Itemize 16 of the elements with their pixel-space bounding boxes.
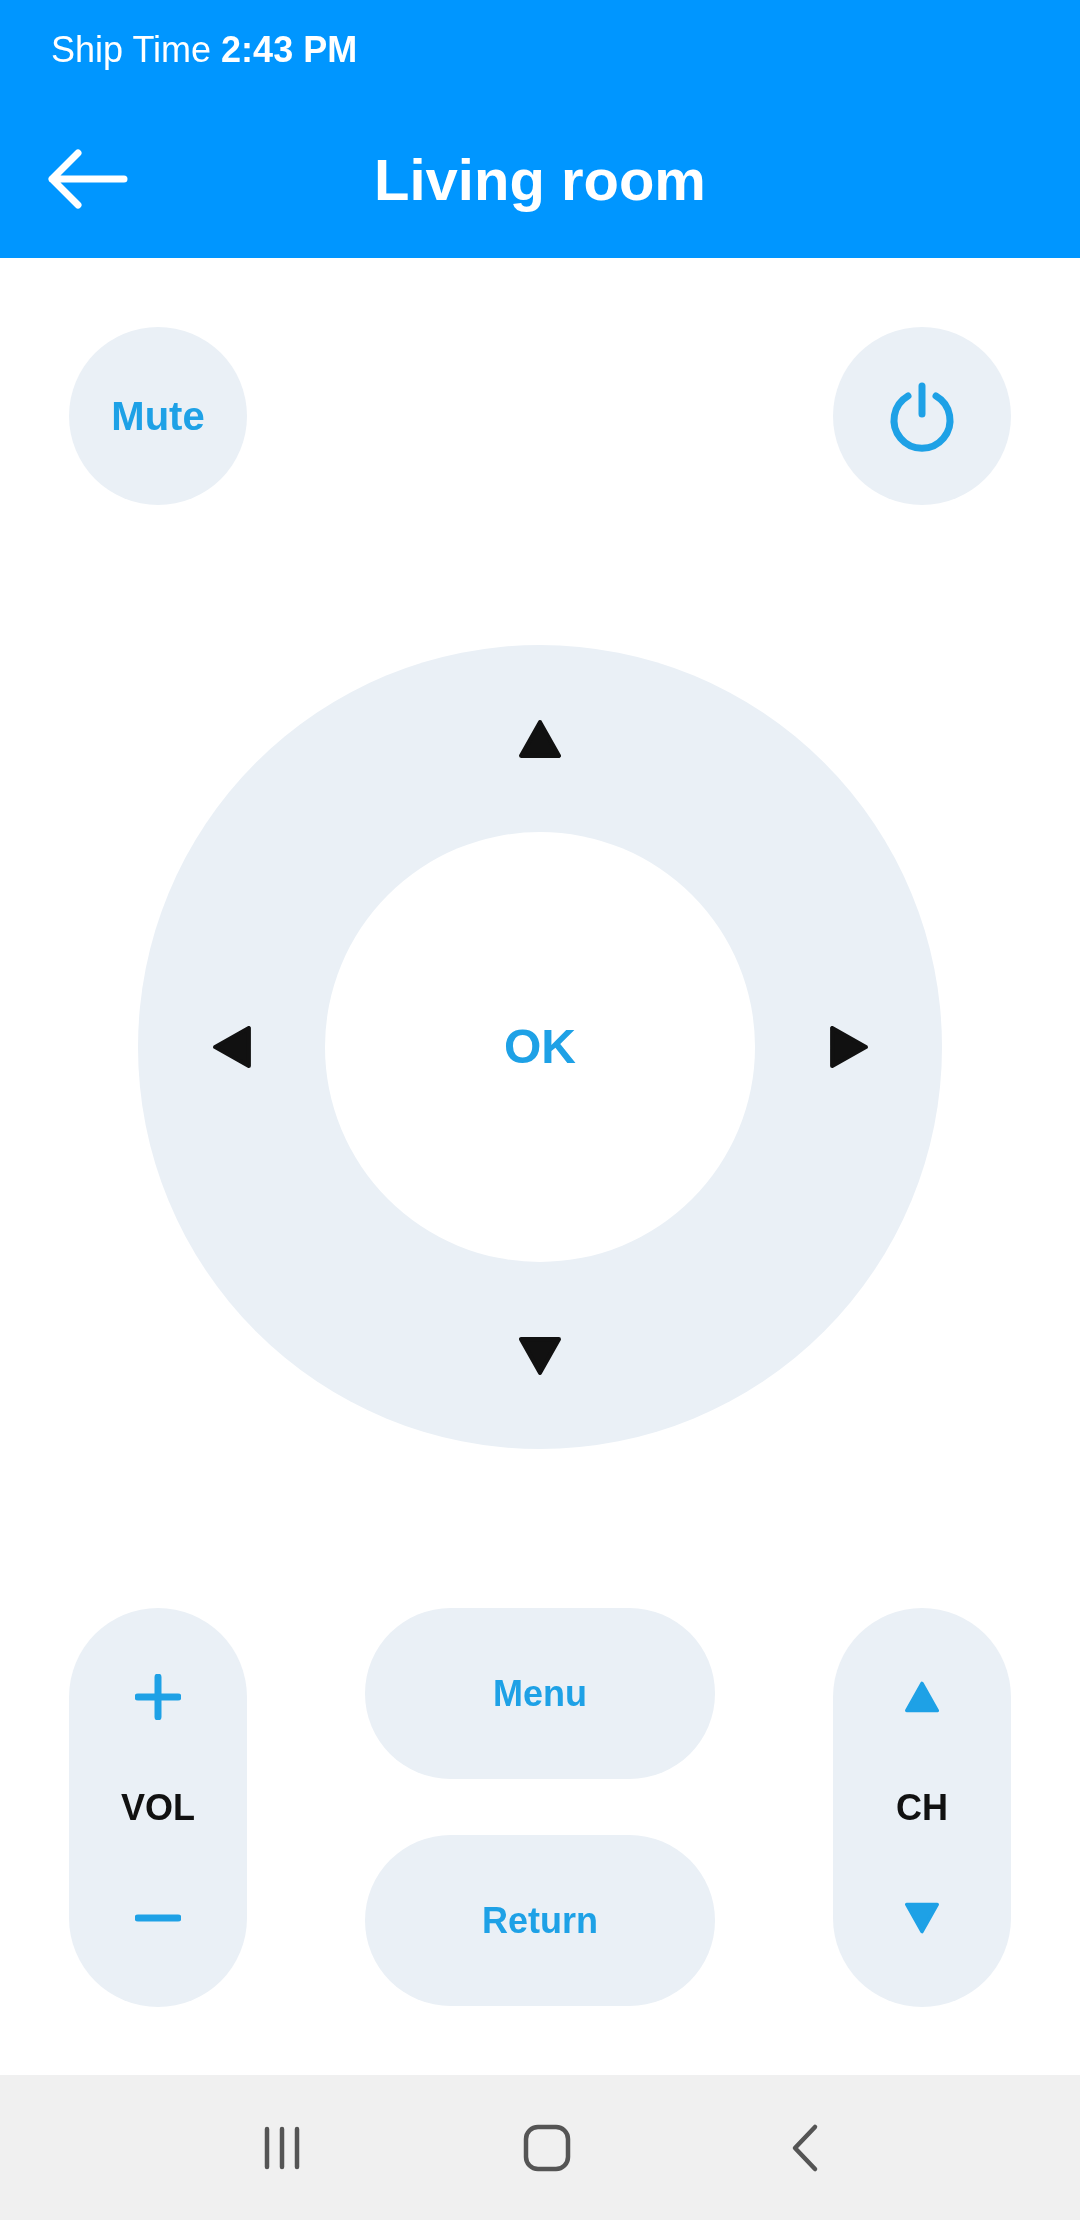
volume-label: VOL [121,1785,195,1830]
status-time: Ship Time 2:43 PM [51,28,358,72]
ok-button[interactable]: OK [325,832,755,1262]
back-arrow-icon[interactable] [46,149,128,209]
down-arrow-icon[interactable] [519,1334,561,1377]
mute-button[interactable]: Mute [69,327,247,505]
up-arrow-icon[interactable] [519,717,561,760]
left-arrow-icon[interactable] [210,1026,253,1068]
menu-button[interactable]: Menu [365,1608,715,1779]
home-icon[interactable] [522,2122,572,2173]
screen-title: Living room [374,145,706,214]
right-arrow-icon[interactable] [827,1026,870,1068]
channel-up-icon[interactable] [905,1680,939,1714]
channel-down-icon[interactable] [905,1901,939,1935]
channel-label: CH [896,1785,948,1830]
return-button[interactable]: Return [365,1835,715,2006]
